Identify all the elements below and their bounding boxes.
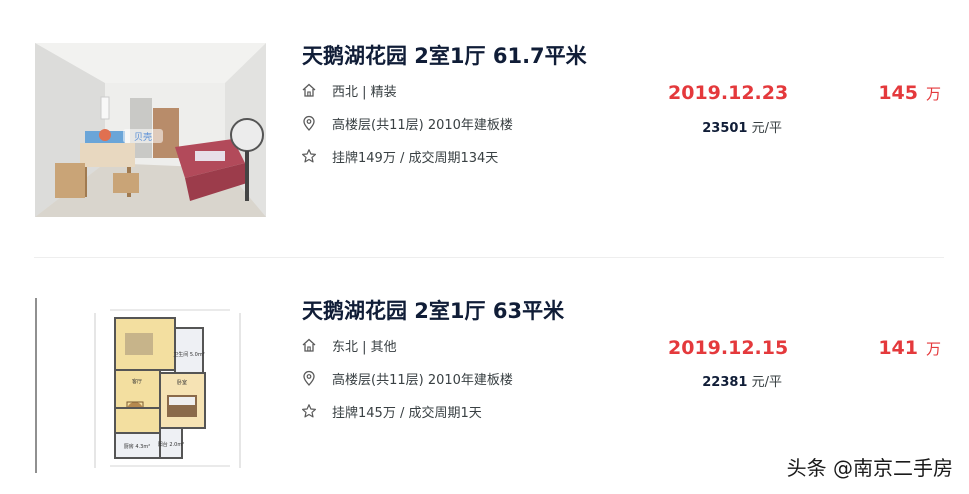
bedroom-label: 卧室 <box>177 379 187 386</box>
listing-divider <box>34 257 944 258</box>
listing-info-row: 挂牌145万 / 成交周期1天 <box>301 401 482 421</box>
listing-floorplan[interactable]: 卫生间 5.0m² 客厅 卧室 厨房 4.3m² 阳台 2.0m² <box>35 298 266 473</box>
floor-info-text: 高楼层(共11层) 2010年建板楼 <box>332 372 513 388</box>
bathroom-label: 卫生间 5.0m² <box>173 351 204 358</box>
floor-info-text: 高楼层(共11层) 2010年建板楼 <box>332 117 513 133</box>
floor-row: 高楼层(共11层) 2010年建板楼 <box>301 113 513 133</box>
listing-title[interactable]: 天鹅湖花园 2室1厅 61.7平米 <box>302 40 587 70</box>
floor-row: 高楼层(共11层) 2010年建板楼 <box>301 368 513 388</box>
photo-watermark: 贝壳 <box>134 131 152 143</box>
orientation-decoration-text: 西北 | 精装 <box>332 84 397 100</box>
source-watermark: 头条 @南京二手房 <box>786 456 953 480</box>
star-icon <box>302 404 316 418</box>
orientation-row: 东北 | 其他 <box>301 335 397 355</box>
unit-price: 23501 元/平 <box>702 117 782 136</box>
total-price: 141 万 <box>878 337 941 359</box>
kitchen-label: 厨房 4.3m² <box>124 443 150 450</box>
total-price-value: 145 <box>878 82 918 104</box>
unit-price-value: 22381 <box>702 375 748 390</box>
listing-info-text: 挂牌149万 / 成交周期134天 <box>332 150 499 166</box>
balcony-label: 阳台 2.0m² <box>158 441 184 448</box>
location-pin-icon <box>303 115 315 131</box>
room-photo-image: 贝壳 <box>35 43 266 217</box>
listing-info-row: 挂牌149万 / 成交周期134天 <box>301 146 498 166</box>
unit-price: 22381 元/平 <box>702 371 782 390</box>
unit-price-unit: 元/平 <box>751 375 782 390</box>
house-icon <box>302 83 316 97</box>
orientation-decoration-text: 东北 | 其他 <box>332 339 397 355</box>
orientation-row: 西北 | 精装 <box>301 80 397 100</box>
listing-info-text: 挂牌145万 / 成交周期1天 <box>332 405 482 421</box>
living-label: 客厅 <box>132 378 142 385</box>
floorplan-image: 卫生间 5.0m² 客厅 卧室 厨房 4.3m² 阳台 2.0m² <box>35 298 266 473</box>
listing-photo[interactable]: 贝壳 <box>35 43 266 217</box>
total-price-unit: 万 <box>925 340 941 358</box>
total-price: 145 万 <box>878 82 941 104</box>
star-icon <box>302 149 316 163</box>
unit-price-unit: 元/平 <box>751 121 782 136</box>
deal-date: 2019.12.15 <box>668 337 789 359</box>
total-price-unit: 万 <box>925 85 941 103</box>
listing-title[interactable]: 天鹅湖花园 2室1厅 63平米 <box>302 295 564 325</box>
deal-date: 2019.12.23 <box>668 82 789 104</box>
total-price-value: 141 <box>878 337 918 359</box>
unit-price-value: 23501 <box>702 121 748 136</box>
location-pin-icon <box>303 370 315 386</box>
house-icon <box>302 338 316 352</box>
